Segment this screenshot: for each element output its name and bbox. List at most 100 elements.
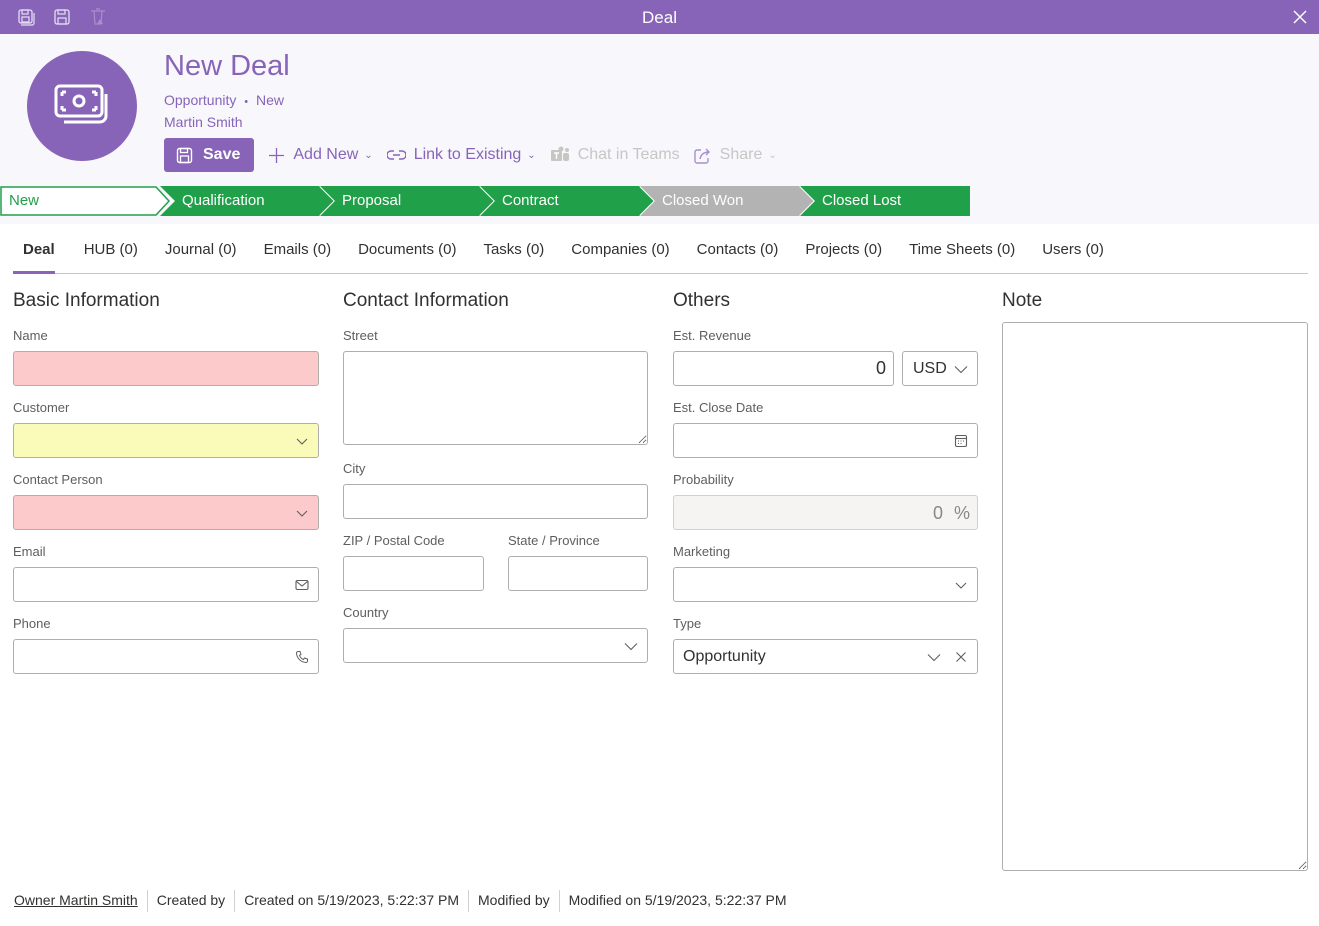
tab-hub[interactable]: HUB (0) [84,236,138,273]
section-title: Note [1002,290,1043,311]
owner-link[interactable]: Owner Martin Smith [14,890,147,912]
add-new-button[interactable]: Add New ⌄ [268,146,373,164]
separator: • [244,96,249,108]
revenue-value: 0 [875,358,886,378]
revenue-label: Est. Revenue [673,328,752,343]
country-label: Country [343,605,389,620]
customer-select[interactable] [13,423,319,458]
stage-label: Closed Won [662,192,744,209]
tab-emails[interactable]: Emails (0) [264,236,332,273]
close-date-label: Est. Close Date [673,400,764,415]
stage-closed-lost[interactable]: Closed Lost [800,186,970,216]
name-input[interactable] [13,351,319,386]
type-label: Type [673,616,702,631]
probability-unit: % [953,503,970,523]
tab-deal[interactable]: Deal [13,236,55,274]
stage-label: Closed Lost [822,192,902,209]
tab-time-sheets[interactable]: Time Sheets (0) [909,236,1015,273]
created-by: Created by [146,890,234,912]
customer-label: Customer [13,400,70,415]
phone-icon[interactable] [295,650,309,664]
chevron-down-icon: ⌄ [527,149,536,161]
tab-bar: Deal HUB (0) Journal (0) Emails (0) Docu… [13,236,1308,274]
link-existing-button[interactable]: Link to Existing ⌄ [386,146,536,164]
probability-input[interactable]: 0 % [673,495,978,530]
stage-proposal[interactable]: Proposal [320,186,495,216]
title-bar: Deal [0,0,1319,34]
chevron-down-icon[interactable] [927,650,941,664]
stage-label: New [9,192,40,209]
teams-icon [550,146,569,161]
record-type: Opportunity [164,92,237,108]
marketing-select[interactable] [673,567,978,602]
link-icon [386,150,406,160]
currency-select[interactable]: USD [902,351,978,386]
basic-information-section: Basic Information Name Customer Contact … [13,290,319,674]
contact-person-select[interactable] [13,495,319,530]
currency-value: USD [913,360,947,377]
street-textarea[interactable] [343,351,648,445]
zip-input[interactable] [343,556,484,591]
contact-information-section: Contact Information Street City ZIP / Po… [343,290,648,663]
stage-new[interactable]: New [0,186,171,216]
tab-tasks[interactable]: Tasks (0) [483,236,544,273]
add-new-label: Add New [293,146,359,163]
toolbar: Save Add New ⌄ Link to Existing ⌄ Chat i… [164,138,777,172]
clear-icon[interactable] [954,650,968,664]
page-title: New Deal [164,50,290,82]
chevron-down-icon [955,582,967,589]
stage-qualification[interactable]: Qualification [160,186,335,216]
tab-journal[interactable]: Journal (0) [165,236,237,273]
save-button[interactable]: Save [164,138,255,172]
tab-users[interactable]: Users (0) [1042,236,1104,273]
phone-input[interactable] [13,639,319,674]
zip-label: ZIP / Postal Code [343,533,445,548]
probability-label: Probability [673,472,734,487]
note-textarea[interactable] [1002,322,1308,871]
country-select[interactable] [343,628,648,663]
calendar-icon[interactable] [954,434,968,448]
state-label: State / Province [508,533,600,548]
share-button[interactable]: Share ⌄ [693,146,777,164]
phone-label: Phone [13,616,51,631]
tab-projects[interactable]: Projects (0) [805,236,882,273]
mail-icon[interactable] [295,578,309,592]
chat-in-teams-label: Chat in Teams [577,146,680,163]
close-icon[interactable] [1291,8,1309,26]
section-title: Contact Information [343,290,509,311]
record-subtitle: Opportunity • New [164,92,284,108]
chevron-down-icon [624,643,638,651]
type-select[interactable]: Opportunity [673,639,978,674]
email-label: Email [13,544,46,559]
window-title: Deal [642,8,677,27]
street-label: Street [343,328,378,343]
state-input[interactable] [508,556,648,591]
city-label: City [343,461,366,476]
probability-value: 0 [932,503,943,523]
share-icon [693,148,710,164]
email-input[interactable] [13,567,319,602]
tab-documents[interactable]: Documents (0) [358,236,456,273]
tab-companies[interactable]: Companies (0) [571,236,669,273]
plus-icon [269,147,285,163]
chat-in-teams-button[interactable]: Chat in Teams [550,146,680,164]
section-title: Others [673,290,731,311]
others-section: Others Est. Revenue 0 USD Est. Close Dat… [673,290,978,674]
close-date-input[interactable] [673,423,978,458]
record-owner: Martin Smith [164,114,243,130]
stage-contract[interactable]: Contract [480,186,655,216]
marketing-label: Marketing [673,544,731,559]
contact-person-label: Contact Person [13,472,103,487]
stage-closed-won[interactable]: Closed Won [640,186,815,216]
record-footer: Owner Martin Smith Created by Created on… [14,890,796,912]
name-label: Name [13,328,48,343]
city-input[interactable] [343,484,648,519]
chevron-down-icon: ⌄ [768,149,777,161]
section-title: Basic Information [13,290,160,311]
save-icon [176,147,193,163]
revenue-input[interactable]: 0 [673,351,894,386]
share-label: Share [719,146,763,163]
chevron-down-icon [296,438,308,445]
tab-contacts[interactable]: Contacts (0) [697,236,779,273]
type-value: Opportunity [683,648,766,665]
